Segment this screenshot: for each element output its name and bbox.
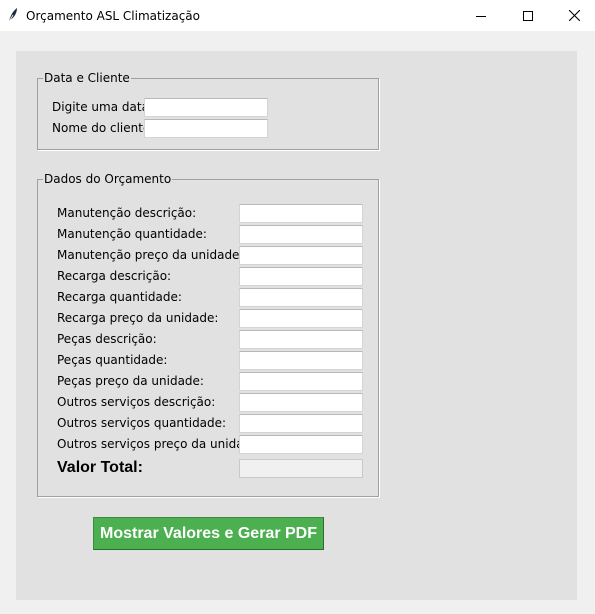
recharge-quantity-input[interactable] [239,288,363,307]
parts-quantity-label: Peças quantidade: [57,353,168,367]
budget-data-group: Dados do Orçamento Manutenção descrição:… [37,172,379,497]
date-input[interactable] [144,98,268,117]
window-title: Orçamento ASL Climatização [26,9,201,23]
date-label: Digite uma data [52,100,149,114]
recharge-description-label: Recarga descrição: [57,269,172,283]
recharge-quantity-label: Recarga quantidade: [57,290,182,304]
minimize-button[interactable] [458,0,504,31]
main-panel: Data e Cliente Digite uma data Nome do c… [16,51,577,600]
total-value-display [239,459,363,478]
minimize-icon [476,11,486,21]
other-services-description-label: Outros serviços descrição: [57,395,216,409]
other-services-quantity-input[interactable] [239,414,363,433]
other-services-description-input[interactable] [239,393,363,412]
parts-description-input[interactable] [239,330,363,349]
client-name-input[interactable] [144,119,268,138]
maintenance-unit-price-input[interactable] [239,246,363,265]
other-services-quantity-label: Outros serviços quantidade: [57,416,227,430]
parts-description-label: Peças descrição: [57,332,157,346]
recharge-unit-price-label: Recarga preço da unidade: [57,311,219,325]
parts-unit-price-label: Peças preço da unidade: [57,374,204,388]
maximize-icon [523,10,533,21]
total-value-label: Valor Total: [57,459,143,476]
parts-quantity-input[interactable] [239,351,363,370]
maintenance-description-label: Manutenção descrição: [57,206,197,220]
maintenance-quantity-label: Manutenção quantidade: [57,227,207,241]
recharge-description-input[interactable] [239,267,363,286]
other-services-unit-price-input[interactable] [239,435,363,454]
maximize-button[interactable] [505,0,551,31]
window-client-area: Data e Cliente Digite uma data Nome do c… [0,31,595,614]
other-services-unit-price-label: Outros serviços preço da unidade: [57,437,263,451]
feather-icon [7,7,19,23]
title-bar: Orçamento ASL Climatização [0,0,595,31]
date-client-group: Data e Cliente Digite uma data Nome do c… [37,71,379,150]
maintenance-unit-price-label: Manutenção preço da unidade: [57,248,244,262]
parts-unit-price-input[interactable] [239,372,363,391]
recharge-unit-price-input[interactable] [239,309,363,328]
maintenance-quantity-input[interactable] [239,225,363,244]
date-client-legend: Data e Cliente [43,71,131,85]
close-icon [568,10,580,21]
budget-data-legend: Dados do Orçamento [43,172,173,186]
show-values-generate-pdf-button[interactable]: Mostrar Valores e Gerar PDF [93,517,324,550]
client-name-label: Nome do cliente [52,121,151,135]
maintenance-description-input[interactable] [239,204,363,223]
close-button[interactable] [551,0,595,31]
